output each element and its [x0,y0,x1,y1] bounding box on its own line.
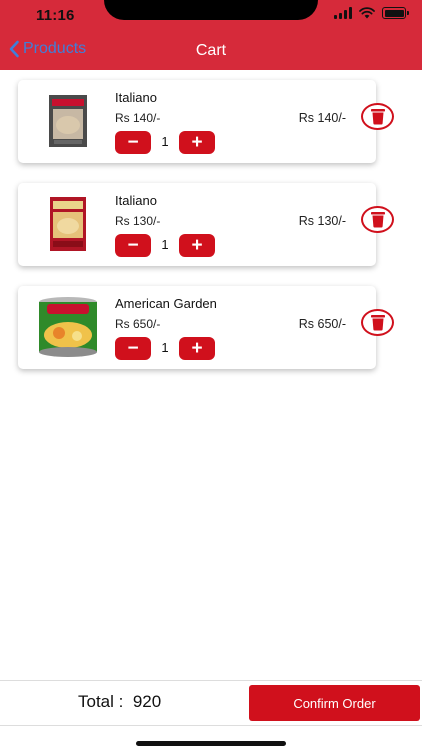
product-name: Italiano [115,90,157,105]
increase-quantity-button[interactable]: + [179,337,215,360]
battery-icon [382,7,409,19]
trash-icon [370,212,385,228]
delete-item-button[interactable] [361,103,394,130]
quantity-value: 1 [161,237,169,252]
status-time: 11:16 [36,7,75,24]
cart-screen: 11:16 Products Cart Italiano Rs 140/- Rs… [0,0,422,750]
order-total: Total : 920 [78,692,161,712]
quantity-value: 1 [161,340,169,355]
cart-item: Italiano Rs 140/- Rs 140/- − 1 + [18,80,376,163]
cart-item: American Garden Rs 650/- Rs 650/- − 1 + [18,286,376,369]
quantity-value: 1 [161,134,169,149]
increase-quantity-button[interactable]: + [179,234,215,257]
product-image [28,294,108,360]
trash-icon [370,315,385,331]
unit-price: Rs 650/- [115,317,161,331]
home-indicator[interactable] [136,741,286,746]
order-footer: Total : 920 Confirm Order [0,680,422,726]
delete-item-button[interactable] [361,309,394,336]
cart-item: Italiano Rs 130/- Rs 130/- − 1 + [18,183,376,266]
total-label: Total : [78,692,124,711]
product-image [28,191,108,257]
trash-icon [370,109,385,125]
total-value: 920 [132,692,162,711]
wifi-icon [359,7,375,19]
decrease-quantity-button[interactable]: − [115,131,151,154]
page-title: Cart [195,42,227,59]
status-icons [334,7,409,19]
delete-item-button[interactable] [361,206,394,233]
unit-price: Rs 140/- [115,111,161,125]
product-image [28,88,108,154]
signal-icon [334,7,352,19]
decrease-quantity-button[interactable]: − [115,234,151,257]
item-subtotal: Rs 130/- [298,214,346,228]
decrease-quantity-button[interactable]: − [115,337,151,360]
header-bar: 11:16 Products Cart [0,0,422,70]
item-subtotal: Rs 650/- [298,317,346,331]
product-name: American Garden [115,296,217,311]
device-notch [104,0,318,20]
confirm-order-button[interactable]: Confirm Order [249,685,420,721]
increase-quantity-button[interactable]: + [179,131,215,154]
item-subtotal: Rs 140/- [298,111,346,125]
product-name: Italiano [115,193,157,208]
unit-price: Rs 130/- [115,214,161,228]
